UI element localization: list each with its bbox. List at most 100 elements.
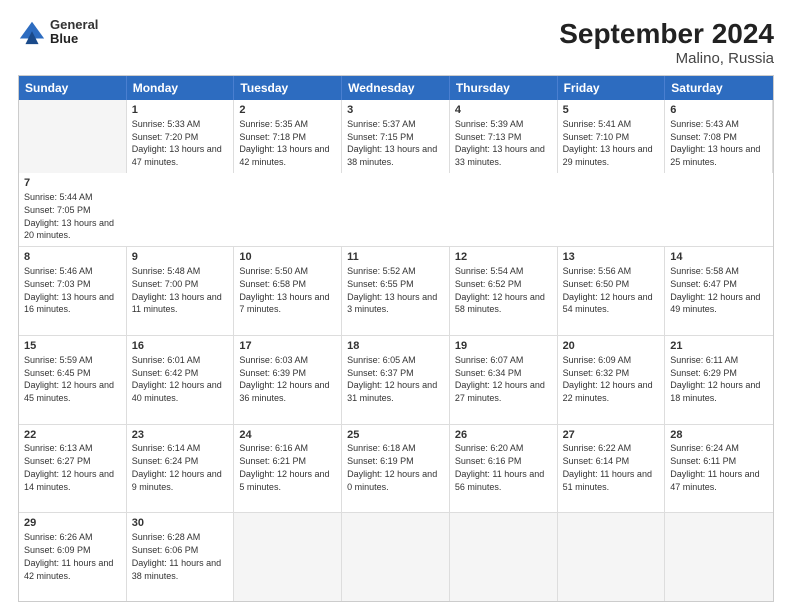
calendar-cell: 30Sunrise: 6:28 AM Sunset: 6:06 PM Dayli… [127,513,235,601]
cell-info: Sunrise: 6:07 AM Sunset: 6:34 PM Dayligh… [455,355,545,403]
cell-info: Sunrise: 5:58 AM Sunset: 6:47 PM Dayligh… [670,266,760,314]
logo-icon [18,18,46,46]
header-day-friday: Friday [558,76,666,100]
calendar-cell: 17Sunrise: 6:03 AM Sunset: 6:39 PM Dayli… [234,336,342,424]
calendar-cell [19,100,127,173]
calendar-cell: 6Sunrise: 5:43 AM Sunset: 7:08 PM Daylig… [665,100,773,173]
calendar-cell: 29Sunrise: 6:26 AM Sunset: 6:09 PM Dayli… [19,513,127,601]
calendar-cell: 28Sunrise: 6:24 AM Sunset: 6:11 PM Dayli… [665,425,773,513]
header-day-sunday: Sunday [19,76,127,100]
calendar-cell: 27Sunrise: 6:22 AM Sunset: 6:14 PM Dayli… [558,425,666,513]
cell-info: Sunrise: 5:43 AM Sunset: 7:08 PM Dayligh… [670,119,760,167]
cell-info: Sunrise: 5:52 AM Sunset: 6:55 PM Dayligh… [347,266,437,314]
cell-info: Sunrise: 6:01 AM Sunset: 6:42 PM Dayligh… [132,355,222,403]
logo-text: General Blue [50,18,98,47]
calendar-cell: 13Sunrise: 5:56 AM Sunset: 6:50 PM Dayli… [558,247,666,335]
logo: General Blue [18,18,98,47]
calendar-cell: 11Sunrise: 5:52 AM Sunset: 6:55 PM Dayli… [342,247,450,335]
day-number: 18 [347,339,444,354]
calendar-cell: 23Sunrise: 6:14 AM Sunset: 6:24 PM Dayli… [127,425,235,513]
day-number: 2 [239,103,336,118]
calendar-cell: 22Sunrise: 6:13 AM Sunset: 6:27 PM Dayli… [19,425,127,513]
day-number: 14 [670,250,768,265]
calendar-cell: 10Sunrise: 5:50 AM Sunset: 6:58 PM Dayli… [234,247,342,335]
calendar: SundayMondayTuesdayWednesdayThursdayFrid… [18,75,774,602]
calendar-cell: 19Sunrise: 6:07 AM Sunset: 6:34 PM Dayli… [450,336,558,424]
day-number: 28 [670,428,768,443]
calendar-title: September 2024 [559,18,774,50]
calendar-cell: 20Sunrise: 6:09 AM Sunset: 6:32 PM Dayli… [558,336,666,424]
day-number: 15 [24,339,121,354]
cell-info: Sunrise: 5:35 AM Sunset: 7:18 PM Dayligh… [239,119,329,167]
day-number: 11 [347,250,444,265]
calendar-row-2: 15Sunrise: 5:59 AM Sunset: 6:45 PM Dayli… [19,335,773,424]
day-number: 22 [24,428,121,443]
header-day-saturday: Saturday [665,76,773,100]
day-number: 19 [455,339,552,354]
cell-info: Sunrise: 6:20 AM Sunset: 6:16 PM Dayligh… [455,443,544,491]
day-number: 3 [347,103,444,118]
calendar-row-4: 29Sunrise: 6:26 AM Sunset: 6:09 PM Dayli… [19,512,773,601]
calendar-cell [234,513,342,601]
cell-info: Sunrise: 6:14 AM Sunset: 6:24 PM Dayligh… [132,443,222,491]
cell-info: Sunrise: 5:59 AM Sunset: 6:45 PM Dayligh… [24,355,114,403]
day-number: 13 [563,250,660,265]
cell-info: Sunrise: 6:09 AM Sunset: 6:32 PM Dayligh… [563,355,653,403]
day-number: 7 [24,176,122,191]
calendar-header: SundayMondayTuesdayWednesdayThursdayFrid… [19,76,773,100]
calendar-body: 1Sunrise: 5:33 AM Sunset: 7:20 PM Daylig… [19,100,773,601]
calendar-cell: 4Sunrise: 5:39 AM Sunset: 7:13 PM Daylig… [450,100,558,173]
header: General Blue September 2024 Malino, Russ… [18,18,774,67]
page: General Blue September 2024 Malino, Russ… [0,0,792,612]
day-number: 1 [132,103,229,118]
cell-info: Sunrise: 5:48 AM Sunset: 7:00 PM Dayligh… [132,266,222,314]
calendar-cell: 26Sunrise: 6:20 AM Sunset: 6:16 PM Dayli… [450,425,558,513]
calendar-cell: 7Sunrise: 5:44 AM Sunset: 7:05 PM Daylig… [19,173,127,246]
calendar-subtitle: Malino, Russia [559,50,774,67]
cell-info: Sunrise: 6:16 AM Sunset: 6:21 PM Dayligh… [239,443,329,491]
cell-info: Sunrise: 5:33 AM Sunset: 7:20 PM Dayligh… [132,119,222,167]
day-number: 27 [563,428,660,443]
day-number: 10 [239,250,336,265]
calendar-cell [342,513,450,601]
calendar-cell: 24Sunrise: 6:16 AM Sunset: 6:21 PM Dayli… [234,425,342,513]
header-day-thursday: Thursday [450,76,558,100]
calendar-cell: 9Sunrise: 5:48 AM Sunset: 7:00 PM Daylig… [127,247,235,335]
calendar-cell: 3Sunrise: 5:37 AM Sunset: 7:15 PM Daylig… [342,100,450,173]
cell-info: Sunrise: 5:44 AM Sunset: 7:05 PM Dayligh… [24,192,114,240]
cell-info: Sunrise: 6:24 AM Sunset: 6:11 PM Dayligh… [670,443,759,491]
day-number: 6 [670,103,767,118]
day-number: 21 [670,339,768,354]
cell-info: Sunrise: 5:39 AM Sunset: 7:13 PM Dayligh… [455,119,545,167]
cell-info: Sunrise: 6:11 AM Sunset: 6:29 PM Dayligh… [670,355,760,403]
cell-info: Sunrise: 6:05 AM Sunset: 6:37 PM Dayligh… [347,355,437,403]
calendar-row-0: 1Sunrise: 5:33 AM Sunset: 7:20 PM Daylig… [19,100,773,246]
calendar-cell: 12Sunrise: 5:54 AM Sunset: 6:52 PM Dayli… [450,247,558,335]
header-day-wednesday: Wednesday [342,76,450,100]
day-number: 17 [239,339,336,354]
calendar-cell: 1Sunrise: 5:33 AM Sunset: 7:20 PM Daylig… [127,100,235,173]
cell-info: Sunrise: 6:22 AM Sunset: 6:14 PM Dayligh… [563,443,652,491]
cell-info: Sunrise: 6:26 AM Sunset: 6:09 PM Dayligh… [24,532,113,580]
calendar-cell: 21Sunrise: 6:11 AM Sunset: 6:29 PM Dayli… [665,336,773,424]
calendar-cell: 16Sunrise: 6:01 AM Sunset: 6:42 PM Dayli… [127,336,235,424]
day-number: 20 [563,339,660,354]
cell-info: Sunrise: 6:18 AM Sunset: 6:19 PM Dayligh… [347,443,437,491]
day-number: 29 [24,516,121,531]
calendar-cell: 8Sunrise: 5:46 AM Sunset: 7:03 PM Daylig… [19,247,127,335]
calendar-cell: 5Sunrise: 5:41 AM Sunset: 7:10 PM Daylig… [558,100,666,173]
calendar-cell [558,513,666,601]
cell-info: Sunrise: 5:50 AM Sunset: 6:58 PM Dayligh… [239,266,329,314]
calendar-cell: 2Sunrise: 5:35 AM Sunset: 7:18 PM Daylig… [234,100,342,173]
cell-info: Sunrise: 5:54 AM Sunset: 6:52 PM Dayligh… [455,266,545,314]
cell-info: Sunrise: 6:13 AM Sunset: 6:27 PM Dayligh… [24,443,114,491]
cell-info: Sunrise: 6:28 AM Sunset: 6:06 PM Dayligh… [132,532,221,580]
day-number: 25 [347,428,444,443]
day-number: 8 [24,250,121,265]
calendar-cell: 18Sunrise: 6:05 AM Sunset: 6:37 PM Dayli… [342,336,450,424]
day-number: 16 [132,339,229,354]
day-number: 5 [563,103,660,118]
title-block: September 2024 Malino, Russia [559,18,774,67]
day-number: 30 [132,516,229,531]
calendar-cell: 14Sunrise: 5:58 AM Sunset: 6:47 PM Dayli… [665,247,773,335]
